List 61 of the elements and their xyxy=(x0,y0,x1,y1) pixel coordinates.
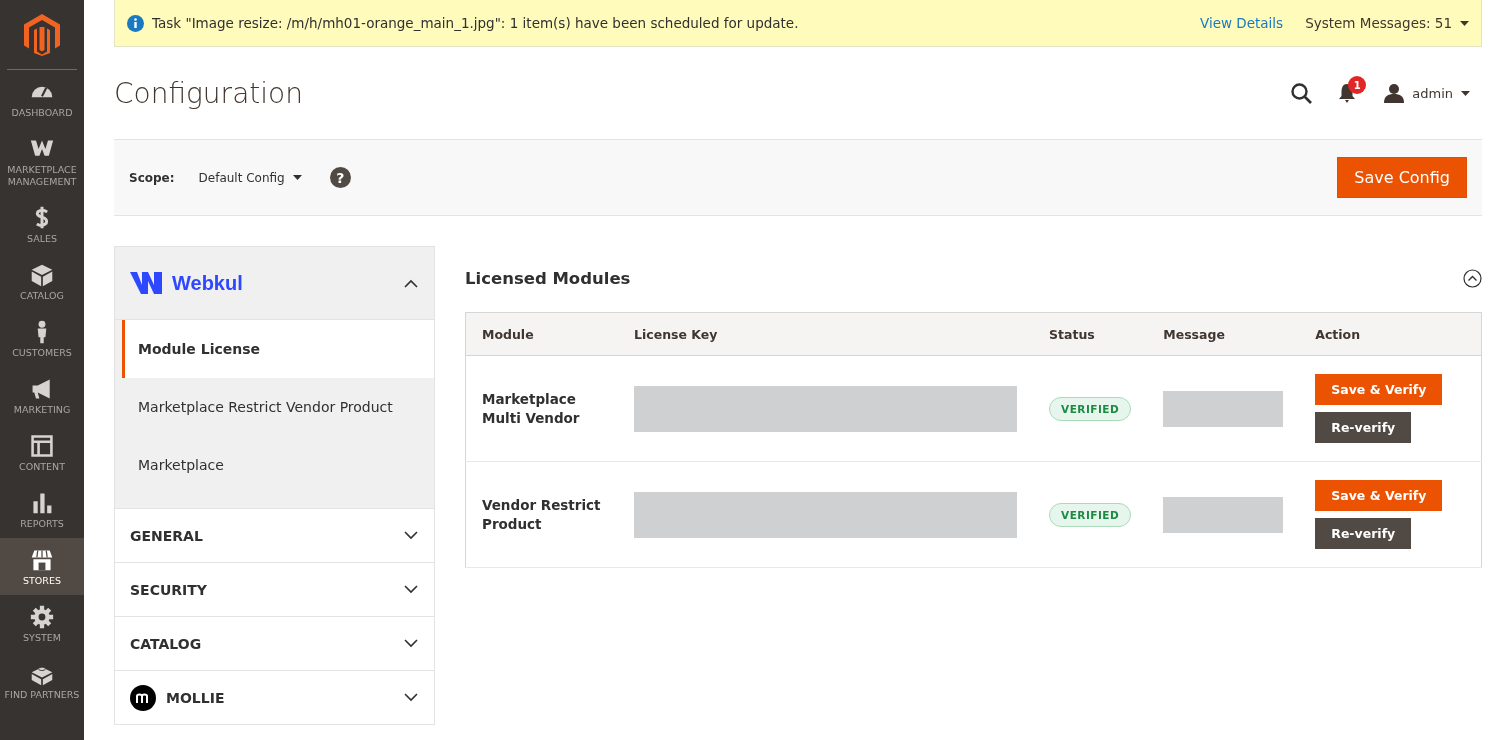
section-title: Licensed Modules xyxy=(465,268,632,288)
sidebar-item[interactable]: FIND PARTNERS xyxy=(0,652,84,709)
sidebar-item[interactable]: REPORTS xyxy=(0,481,84,538)
status-badge: VERIFIED xyxy=(1049,396,1132,421)
storefront-icon xyxy=(30,548,54,572)
notice-message: Task "Image resize: /m/h/mh01-orange_main_1.jpg": 1 item(s) have been scheduled for update. xyxy=(152,15,800,31)
gear-icon xyxy=(30,605,54,629)
config-nav-item[interactable]: Module License xyxy=(122,320,434,378)
scope-dropdown[interactable]: Default Config xyxy=(198,170,302,185)
chevron-up-icon[interactable] xyxy=(404,278,418,288)
reverify-button[interactable]: Re-verify xyxy=(1315,412,1412,443)
sidebar-item[interactable]: CUSTOMERS xyxy=(0,310,84,367)
chevron-down-icon[interactable] xyxy=(404,531,418,540)
column-header: Action xyxy=(1299,312,1482,356)
reverify-button[interactable]: Re-verify xyxy=(1315,518,1412,549)
info-icon xyxy=(127,14,144,32)
bar-chart-icon xyxy=(30,491,54,515)
page-title: Configuration xyxy=(114,76,304,110)
brand-name: Webkul xyxy=(172,271,244,295)
scope-label: Scope: xyxy=(129,170,175,185)
save-verify-button[interactable]: Save & Verify xyxy=(1315,480,1443,511)
status-badge: VERIFIED xyxy=(1049,502,1132,527)
sidebar-item[interactable]: CONTENT xyxy=(0,424,84,481)
webkul-logo-icon xyxy=(130,272,162,294)
column-header: Status xyxy=(1033,312,1148,356)
column-header: License Key xyxy=(618,312,1033,356)
user-menu[interactable]: admin xyxy=(1384,83,1470,103)
layout-icon xyxy=(30,434,54,458)
sidebar-item[interactable]: MARKETING xyxy=(0,367,84,424)
collapse-icon[interactable] xyxy=(1463,268,1482,288)
system-messages-toggle[interactable]: System Messages: 51 xyxy=(1305,15,1452,31)
sidebar-item[interactable]: DASHBOARD xyxy=(0,70,84,127)
sidebar-item[interactable]: SALES xyxy=(0,196,84,253)
chevron-down-icon[interactable] xyxy=(404,585,418,594)
sidebar-item[interactable]: MARKETPLACE MANAGEMENT xyxy=(0,127,84,196)
help-button[interactable]: ? xyxy=(329,167,351,188)
config-section-header[interactable]: Webkul xyxy=(115,247,434,320)
notification-count: 1 xyxy=(1348,76,1367,94)
sidebar-item[interactable]: STORES xyxy=(0,538,84,595)
logo-icon[interactable] xyxy=(24,14,60,56)
column-header: Message xyxy=(1147,312,1300,356)
chevron-down-icon[interactable] xyxy=(404,639,418,648)
search-icon[interactable] xyxy=(1291,82,1313,104)
config-nav-item[interactable]: Marketplace xyxy=(122,436,434,494)
save-config-button[interactable]: Save Config xyxy=(1337,157,1467,198)
module-name: Marketplace Multi Vendor xyxy=(482,390,580,426)
user-icon xyxy=(1384,83,1405,103)
box-icon xyxy=(30,263,54,287)
caret-icon[interactable] xyxy=(1460,20,1469,26)
save-verify-button[interactable]: Save & Verify xyxy=(1315,374,1443,405)
sidebar-item[interactable]: SYSTEM xyxy=(0,595,84,652)
module-name: Vendor Restrict Product xyxy=(482,496,601,532)
mollie-logo-icon xyxy=(130,684,156,711)
chevron-down-icon[interactable] xyxy=(404,693,418,702)
caret-icon xyxy=(292,175,302,180)
caret-icon xyxy=(1461,90,1470,96)
column-header: Module xyxy=(465,312,618,356)
bell-icon[interactable] xyxy=(1338,83,1357,103)
sidebar-item[interactable]: CATALOG xyxy=(0,253,84,310)
config-nav-item[interactable]: Marketplace Restrict Vendor Product xyxy=(122,378,434,436)
view-details-link[interactable]: View Details xyxy=(1200,15,1284,31)
